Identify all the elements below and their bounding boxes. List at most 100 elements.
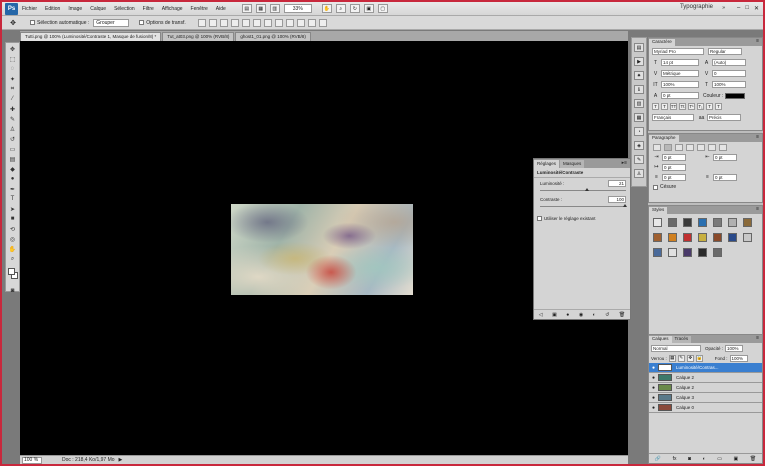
magic-wand-tool-icon[interactable]: ✦ [7,75,18,83]
minibridge-icon[interactable]: ▦ [255,4,266,13]
histogram-panel-icon[interactable]: ▥ [634,99,644,108]
menu-window[interactable]: Fenêtre [191,6,208,12]
navigator-panel-icon[interactable]: ✷ [634,71,644,80]
underline-icon[interactable]: T [706,103,713,110]
align-right-icon[interactable] [252,18,261,27]
screen-mode-icon[interactable]: ▢ [377,4,388,13]
panel-menu-icon[interactable]: ≡ [756,38,759,44]
arrange-documents-icon[interactable]: ▣ [363,4,374,13]
tracking-input[interactable]: 0 [712,70,746,77]
move-tool-icon[interactable]: ✥ [7,45,18,53]
delete-adjustment-icon[interactable]: 🗑 [619,312,625,318]
style-swatch[interactable] [728,218,737,227]
align-hcenter-icon[interactable] [241,18,250,27]
color-panel-icon[interactable]: ◔ [634,127,644,136]
zoom-tool-icon[interactable]: ⌕ [7,255,18,263]
toggle-visibility-icon[interactable]: ◉ [579,312,583,318]
delete-layer-icon[interactable]: 🗑 [750,456,756,462]
shape-tool-icon[interactable]: ■ [7,215,18,223]
distribute-vcenter-icon[interactable] [274,18,283,27]
menu-layer[interactable]: Calque [90,6,106,12]
menu-edit[interactable]: Edition [45,6,60,12]
align-left-icon[interactable] [230,18,239,27]
panel-menu-icon[interactable]: ≡ [756,335,759,341]
status-menu-arrow-icon[interactable]: ▶ [119,457,123,463]
view-previous-icon[interactable]: ◐ [593,312,596,318]
workspace-switcher[interactable]: Typographie [680,4,713,10]
brightness-slider-thumb[interactable] [584,188,589,191]
layer-visibility-icon[interactable]: ● [649,405,658,411]
faux-italic-icon[interactable]: T [661,103,668,110]
style-swatch[interactable] [728,233,737,242]
brushes-panel-icon[interactable]: ✎ [634,155,644,164]
tab-layers[interactable]: Calques [649,336,672,343]
layer-name[interactable]: Calque 2 [676,385,694,390]
add-mask-icon[interactable]: ◙ [688,456,691,462]
language-select[interactable]: Français [652,114,694,121]
style-swatch[interactable] [683,233,692,242]
brightness-input[interactable]: 21 [608,180,626,187]
space-before-input[interactable]: 0 pt [662,173,686,181]
quick-mask-icon[interactable]: ◙ [7,287,18,295]
opacity-input[interactable]: 100% [725,344,744,352]
antialias-select[interactable]: Précis [707,114,741,121]
layer-visibility-icon[interactable]: ● [649,375,658,381]
panel-menu-icon[interactable]: ▸≡ [622,160,627,166]
justify-all-icon[interactable] [719,143,727,151]
style-swatch[interactable] [653,233,662,242]
panel-menu-icon[interactable]: ≡ [756,206,759,212]
fill-input[interactable]: 100% [729,354,748,362]
dodge-tool-icon[interactable]: ● [7,175,18,183]
layer-row[interactable]: ● Calque 2 [649,383,762,393]
tab-masks[interactable]: Masques [560,160,585,168]
style-swatch[interactable] [698,248,707,257]
pen-tool-icon[interactable]: ✒ [7,185,18,193]
distribute-hcenter-icon[interactable] [307,18,316,27]
gradient-tool-icon[interactable]: ▤ [7,155,18,163]
tab-adjustments[interactable]: Réglages [534,160,560,168]
justify-left-icon[interactable] [686,143,694,151]
style-swatch[interactable] [743,233,752,242]
layer-name[interactable]: Calque 3 [676,395,694,400]
hand-tool-icon[interactable]: ✋ [7,245,18,253]
distribute-top-icon[interactable] [263,18,272,27]
style-swatch[interactable] [713,233,722,242]
hand-tool-icon[interactable]: ✋ [321,4,332,13]
indent-right-input[interactable]: 0 pt [713,153,737,161]
minimize-icon[interactable]: – [737,5,740,12]
menu-select[interactable]: Sélection [114,6,135,12]
history-panel-icon[interactable]: ▤ [634,43,644,52]
justify-center-icon[interactable] [697,143,705,151]
link-layers-icon[interactable]: 🔗 [655,456,661,462]
space-after-input[interactable]: 0 pt [713,173,737,181]
align-right-text-icon[interactable] [675,143,683,151]
align-center-text-icon[interactable] [664,143,672,151]
brush-tool-icon[interactable]: ✎ [7,115,18,123]
document-image[interactable] [231,204,413,295]
justify-right-icon[interactable] [708,143,716,151]
style-swatch[interactable] [713,218,722,227]
clone-stamp-tool-icon[interactable]: ♙ [7,125,18,133]
style-swatch[interactable] [653,218,662,227]
align-bottom-icon[interactable] [219,18,228,27]
panel-menu-icon[interactable]: ≡ [756,134,759,140]
bridge-icon[interactable]: ▤ [241,4,252,13]
lock-all-icon[interactable]: 🔒 [695,354,703,362]
style-swatch[interactable] [683,218,692,227]
extras-icon[interactable]: ▥ [269,4,280,13]
first-line-indent-input[interactable]: 0 pt [662,163,686,171]
style-swatch[interactable] [743,218,752,227]
lasso-tool-icon[interactable]: ◌ [7,65,18,73]
style-swatch[interactable] [713,248,722,257]
document-tab-ghost1[interactable]: ghost1_01.png @ 100% (RVB/8) [235,32,311,41]
layer-name[interactable]: Calque 2 [676,375,694,380]
transform-controls-checkbox[interactable] [139,20,145,25]
strikethrough-icon[interactable]: T [715,103,722,110]
lock-image-icon[interactable]: ✎ [677,354,685,362]
indent-left-input[interactable]: 0 pt [662,153,686,161]
style-swatch[interactable] [683,248,692,257]
3d-orbit-tool-icon[interactable]: ◎ [7,235,18,243]
baseline-shift-input[interactable]: 0 pt [661,92,699,99]
clone-source-panel-icon[interactable]: ♙ [634,169,644,178]
use-legacy-checkbox[interactable] [537,216,542,221]
